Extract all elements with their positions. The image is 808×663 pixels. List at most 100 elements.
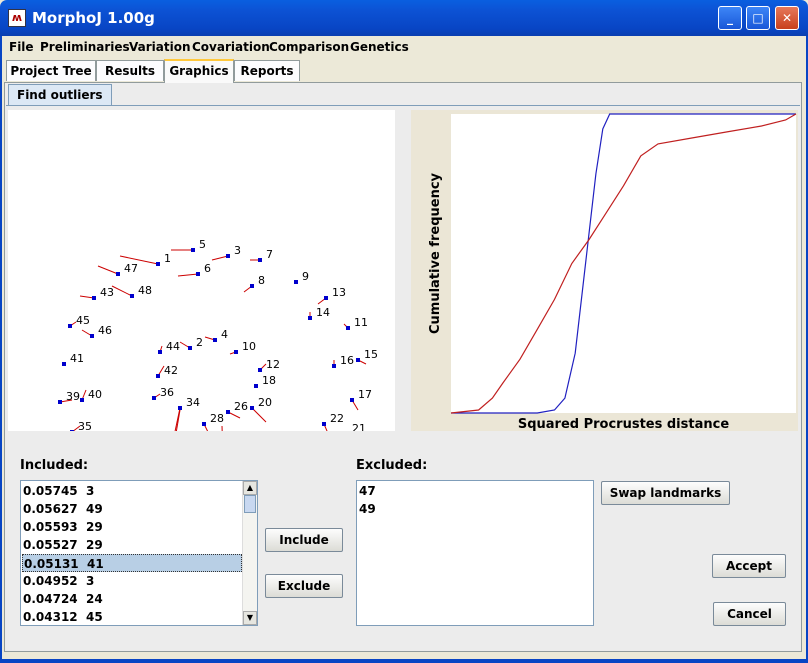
include-button[interactable]: Include bbox=[265, 528, 343, 552]
landmark-vector-30 bbox=[221, 425, 225, 487]
cancel-button[interactable]: Cancel bbox=[713, 602, 786, 626]
menu-preliminaries[interactable]: Preliminaries bbox=[40, 40, 130, 54]
menu-variation[interactable]: Variation bbox=[129, 40, 191, 54]
included-list-item[interactable]: 0.05131 41 bbox=[22, 554, 242, 572]
landmark-vector-34 bbox=[165, 407, 181, 475]
included-list-item[interactable]: 0.05593 29 bbox=[22, 518, 243, 536]
landmark-point-12[interactable] bbox=[258, 368, 262, 372]
landmark-point-11[interactable] bbox=[346, 326, 350, 330]
x-axis-label: Squared Procrustes distance bbox=[518, 417, 729, 431]
landmark-point-2[interactable] bbox=[188, 346, 192, 350]
y-axis-label: Cumulative frequency bbox=[428, 172, 443, 334]
landmark-point-43[interactable] bbox=[92, 296, 96, 300]
landmark-label-13: 13 bbox=[332, 286, 346, 299]
landmark-plot: 1234567891011121314151617181920212223242… bbox=[8, 110, 395, 521]
landmark-point-10[interactable] bbox=[234, 350, 238, 354]
cumulative-frequency-chart: Squared Procrustes distance Cumulative fr… bbox=[411, 110, 798, 432]
tab-find-outliers[interactable]: Find outliers bbox=[8, 84, 112, 105]
included-list-item[interactable]: 0.04952 3 bbox=[22, 572, 243, 590]
tab-results[interactable]: Results bbox=[96, 60, 164, 81]
menu-comparison[interactable]: Comparison bbox=[269, 40, 349, 54]
scroll-thumb[interactable] bbox=[244, 495, 256, 513]
landmark-label-34: 34 bbox=[186, 396, 200, 409]
landmark-label-4: 4 bbox=[221, 328, 228, 341]
tab-reports[interactable]: Reports bbox=[234, 60, 300, 81]
landmark-point-8[interactable] bbox=[250, 284, 254, 288]
tab-project-tree[interactable]: Project Tree bbox=[6, 60, 96, 81]
landmark-point-36[interactable] bbox=[152, 396, 156, 400]
landmark-point-48[interactable] bbox=[130, 294, 134, 298]
landmark-point-14[interactable] bbox=[308, 316, 312, 320]
excluded-label: Excluded: bbox=[356, 458, 428, 473]
swap-landmarks-button[interactable]: Swap landmarks bbox=[601, 481, 730, 505]
landmark-label-14: 14 bbox=[316, 306, 330, 319]
landmark-label-22: 22 bbox=[330, 412, 344, 425]
landmark-point-46[interactable] bbox=[90, 334, 94, 338]
landmark-plot-svg: 1234567891011121314151617181920212223242… bbox=[58, 238, 378, 521]
landmark-point-22[interactable] bbox=[322, 422, 326, 426]
included-list-item[interactable]: 0.04312 45 bbox=[22, 608, 243, 626]
included-list-item[interactable]: 0.04724 24 bbox=[22, 590, 243, 608]
landmark-point-45[interactable] bbox=[68, 324, 72, 328]
app-icon: ʍ bbox=[8, 9, 26, 27]
scroll-up-button[interactable]: ▲ bbox=[243, 481, 257, 495]
landmark-vector-6 bbox=[177, 273, 199, 277]
landmark-point-41[interactable] bbox=[62, 362, 66, 366]
landmark-point-4[interactable] bbox=[213, 338, 217, 342]
landmark-point-5[interactable] bbox=[191, 248, 195, 252]
tab-graphics[interactable]: Graphics bbox=[164, 59, 234, 83]
maximize-button[interactable]: □ bbox=[746, 6, 770, 30]
landmark-point-17[interactable] bbox=[350, 398, 354, 402]
landmark-point-9[interactable] bbox=[294, 280, 298, 284]
landmark-label-9: 9 bbox=[302, 270, 309, 283]
included-label: Included: bbox=[20, 458, 89, 473]
included-list-item[interactable]: 0.05745 3 bbox=[22, 482, 243, 500]
landmark-point-35[interactable] bbox=[70, 430, 74, 434]
title-bar: ʍ MorphoJ 1.00g _ □ ✕ bbox=[0, 0, 808, 36]
cumulative-chart-svg: Squared Procrustes distance Cumulative fr… bbox=[428, 113, 797, 432]
landmark-point-34[interactable] bbox=[178, 406, 182, 410]
landmark-point-47[interactable] bbox=[116, 272, 120, 276]
minimize-button[interactable]: _ bbox=[718, 6, 742, 30]
landmark-point-42[interactable] bbox=[156, 374, 160, 378]
landmark-point-44[interactable] bbox=[158, 350, 162, 354]
landmark-point-39[interactable] bbox=[58, 400, 62, 404]
landmark-label-36: 36 bbox=[160, 386, 174, 399]
landmark-point-15[interactable] bbox=[356, 358, 360, 362]
excluded-list-item[interactable]: 49 bbox=[358, 500, 589, 518]
included-list-item[interactable]: 0.05527 29 bbox=[22, 536, 243, 554]
landmark-label-17: 17 bbox=[358, 388, 372, 401]
landmark-label-21: 21 bbox=[352, 422, 366, 431]
landmark-point-26[interactable] bbox=[226, 410, 230, 414]
landmark-point-28[interactable] bbox=[202, 422, 206, 426]
landmark-point-1[interactable] bbox=[156, 262, 160, 266]
landmark-point-18[interactable] bbox=[254, 384, 258, 388]
exclude-button[interactable]: Exclude bbox=[265, 574, 343, 598]
included-list-item[interactable]: 0.05627 49 bbox=[22, 500, 243, 518]
landmark-point-16[interactable] bbox=[332, 364, 336, 368]
excluded-list[interactable]: 47 49 bbox=[356, 480, 594, 626]
landmark-label-7: 7 bbox=[266, 248, 273, 261]
menu-file[interactable]: File bbox=[9, 40, 34, 54]
landmark-point-3[interactable] bbox=[226, 254, 230, 258]
landmark-label-35: 35 bbox=[78, 420, 92, 431]
landmark-label-16: 16 bbox=[340, 354, 354, 367]
landmark-point-7[interactable] bbox=[258, 258, 262, 262]
excluded-list-item[interactable]: 47 bbox=[358, 482, 589, 500]
landmark-point-20[interactable] bbox=[250, 406, 254, 410]
landmark-label-18: 18 bbox=[262, 374, 276, 387]
landmark-point-6[interactable] bbox=[196, 272, 200, 276]
accept-button[interactable]: Accept bbox=[712, 554, 786, 578]
landmark-label-6: 6 bbox=[204, 262, 211, 275]
included-scrollbar[interactable]: ▲ ▼ bbox=[242, 481, 257, 625]
menu-covariation[interactable]: Covariation bbox=[192, 40, 270, 54]
scroll-down-button[interactable]: ▼ bbox=[243, 611, 257, 625]
menu-genetics[interactable]: Genetics bbox=[350, 40, 409, 54]
included-list[interactable]: 0.05745 3 0.05627 49 0.05593 29 0.05527 29 0… bbox=[20, 480, 258, 626]
landmark-label-10: 10 bbox=[242, 340, 256, 353]
landmark-label-2: 2 bbox=[196, 336, 203, 349]
landmark-point-13[interactable] bbox=[324, 296, 328, 300]
landmark-label-39: 39 bbox=[66, 390, 80, 403]
close-button[interactable]: ✕ bbox=[775, 6, 799, 30]
landmark-point-40[interactable] bbox=[80, 398, 84, 402]
